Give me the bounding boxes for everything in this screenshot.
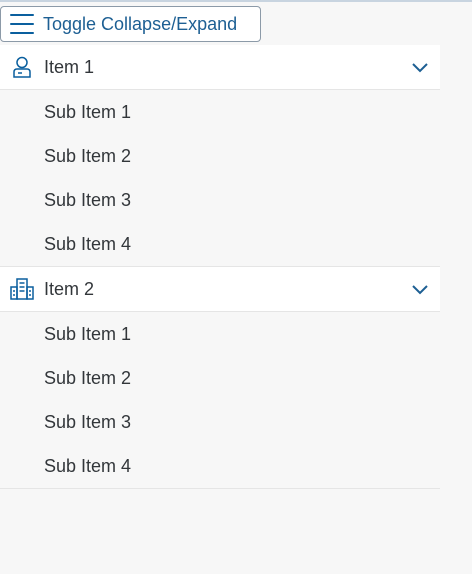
sub-item[interactable]: Sub Item 1 xyxy=(0,90,440,134)
building-icon xyxy=(0,267,44,311)
nav-item-2[interactable]: Item 2 xyxy=(0,266,440,312)
sub-item-list: Sub Item 1 Sub Item 2 Sub Item 3 Sub Ite… xyxy=(0,90,440,266)
nav-item-1[interactable]: Item 1 xyxy=(0,45,440,90)
person-icon xyxy=(0,45,44,89)
hamburger-menu-icon xyxy=(10,14,34,34)
nav-group-item-1: Item 1 Sub Item 1 Sub Item 2 Sub Item 3 … xyxy=(0,45,440,266)
toggle-button-label: Toggle Collapse/Expand xyxy=(43,13,238,34)
nav-item-label: Item 2 xyxy=(44,278,95,299)
nav-group-item-2: Item 2 Sub Item 1 Sub Item 2 Sub Item 3 … xyxy=(0,266,440,488)
sub-item[interactable]: Sub Item 1 xyxy=(0,312,440,356)
sub-item[interactable]: Sub Item 4 xyxy=(0,222,440,266)
nav-item-label: Item 1 xyxy=(44,56,95,77)
sub-item[interactable]: Sub Item 3 xyxy=(0,178,440,222)
toggle-collapse-expand-button[interactable]: Toggle Collapse/Expand xyxy=(0,6,261,42)
top-border xyxy=(0,0,472,2)
sub-item[interactable]: Sub Item 4 xyxy=(0,444,440,488)
side-navigation: Item 1 Sub Item 1 Sub Item 2 Sub Item 3 … xyxy=(0,45,440,489)
sub-item[interactable]: Sub Item 2 xyxy=(0,356,440,400)
sub-item[interactable]: Sub Item 3 xyxy=(0,400,440,444)
chevron-down-icon[interactable] xyxy=(410,279,430,299)
chevron-down-icon[interactable] xyxy=(410,57,430,77)
sub-item[interactable]: Sub Item 2 xyxy=(0,134,440,178)
sub-item-list: Sub Item 1 Sub Item 2 Sub Item 3 Sub Ite… xyxy=(0,312,440,488)
